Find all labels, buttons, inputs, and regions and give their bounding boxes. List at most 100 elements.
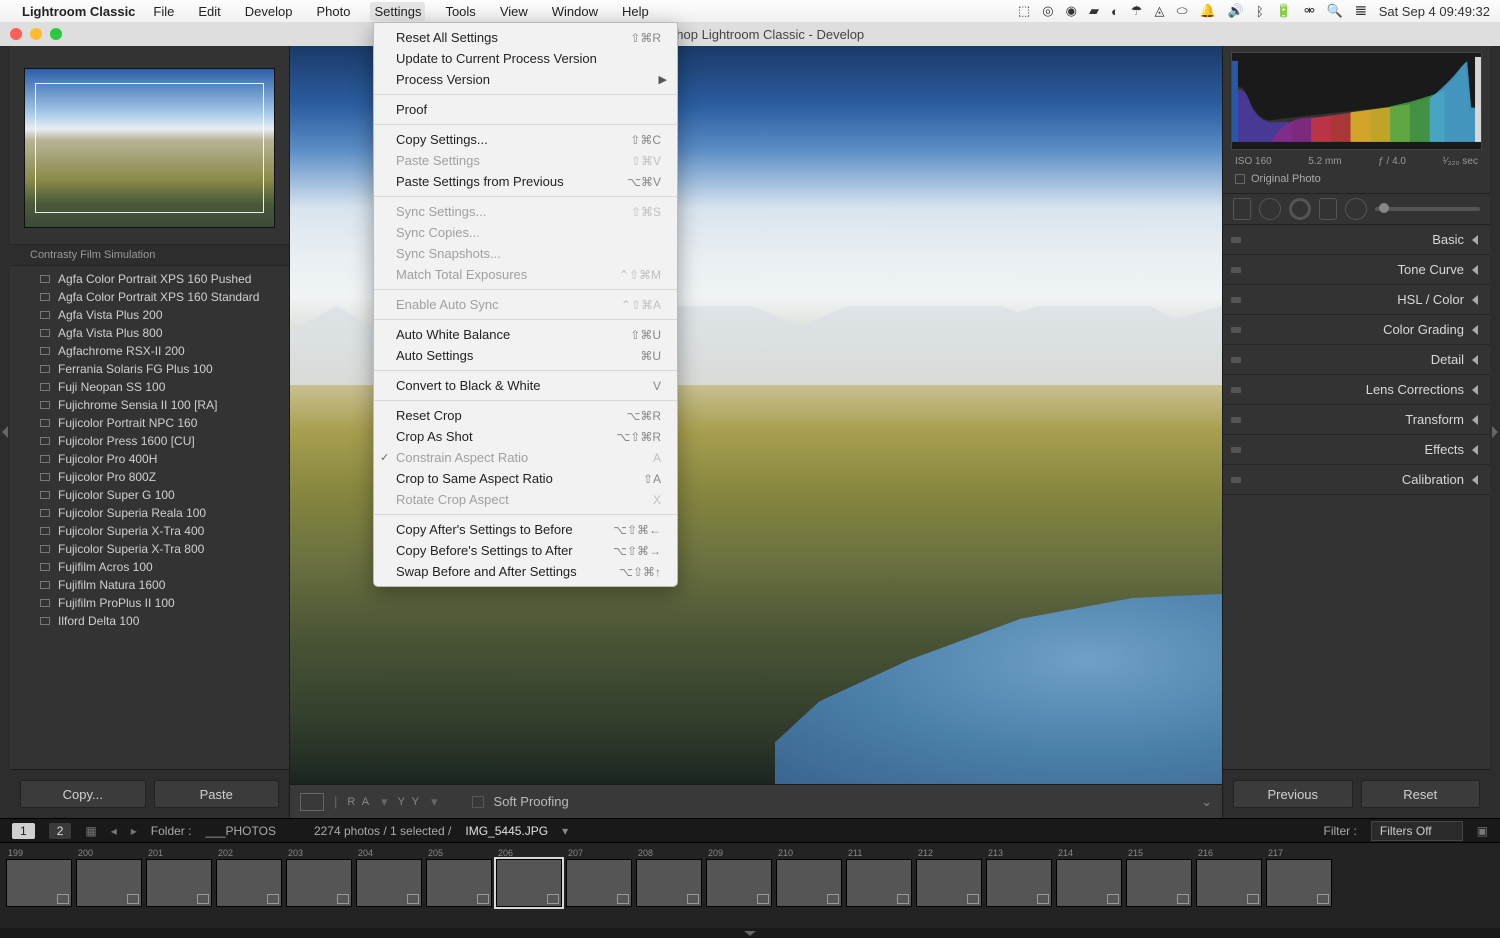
preset-item[interactable]: Agfa Vista Plus 200	[10, 306, 289, 324]
menuitem-swap-before-and-after-settings[interactable]: Swap Before and After Settings⌥⇧⌘↑	[374, 561, 677, 582]
filmstrip-thumbnail[interactable]	[286, 859, 352, 907]
panel-calibration[interactable]: Calibration	[1223, 465, 1490, 495]
filmstrip-item[interactable]: 202	[216, 847, 282, 907]
paste-button[interactable]: Paste	[154, 780, 280, 808]
menu-file[interactable]: File	[149, 2, 178, 21]
filter-dropdown[interactable]: Filters Off	[1371, 821, 1463, 841]
filmstrip-thumbnail[interactable]	[216, 859, 282, 907]
preset-group-header[interactable]: Contrasty Film Simulation	[10, 244, 289, 266]
before-after-ra-icon[interactable]: R A	[347, 796, 371, 808]
filmstrip-item[interactable]: 200	[76, 847, 142, 907]
bluetooth-icon[interactable]: ᛒ	[1256, 4, 1264, 19]
preset-item[interactable]: Fujicolor Superia X-Tra 400	[10, 522, 289, 540]
menuitem-copy-before-s-settings-to-after[interactable]: Copy Before's Settings to After⌥⇧⌘→	[374, 540, 677, 561]
panel-basic[interactable]: Basic	[1223, 225, 1490, 255]
panel-toggle-icon[interactable]	[1231, 417, 1241, 423]
preset-item[interactable]: Ferrania Solaris FG Plus 100	[10, 360, 289, 378]
preset-item[interactable]: Agfachrome RSX-II 200	[10, 342, 289, 360]
filmstrip-item[interactable]: 209	[706, 847, 772, 907]
menu-edit[interactable]: Edit	[194, 2, 224, 21]
graduated-filter-tool-icon[interactable]	[1319, 198, 1337, 220]
preset-item[interactable]: Fujifilm ProPlus II 100	[10, 594, 289, 612]
brush-tool-slider[interactable]	[1375, 207, 1480, 211]
menuitem-crop-as-shot[interactable]: Crop As Shot⌥⇧⌘R	[374, 426, 677, 447]
menu-window[interactable]: Window	[548, 2, 602, 21]
loupe-view-icon[interactable]	[300, 793, 324, 811]
menu-settings[interactable]: Settings	[370, 2, 425, 21]
secondary-view-1[interactable]: 1	[12, 823, 35, 839]
preset-item[interactable]: Fujicolor Portrait NPC 160	[10, 414, 289, 432]
filmstrip-item[interactable]: 201	[146, 847, 212, 907]
panel-toggle-icon[interactable]	[1231, 477, 1241, 483]
umbrella-icon[interactable]: ☂	[1131, 3, 1143, 19]
before-after-yy-icon[interactable]: Y Y	[398, 796, 421, 808]
filmstrip-item[interactable]: 203	[286, 847, 352, 907]
filter-lock-icon[interactable]: ▣	[1477, 824, 1488, 838]
preset-item[interactable]: Fujifilm Acros 100	[10, 558, 289, 576]
volume-icon[interactable]: 🔊	[1228, 3, 1244, 19]
filmstrip-item[interactable]: 212	[916, 847, 982, 907]
filmstrip-thumbnail[interactable]	[846, 859, 912, 907]
cc-icon[interactable]: ◎	[1042, 3, 1053, 19]
filmstrip-item[interactable]: 205	[426, 847, 492, 907]
filmstrip-thumbnail[interactable]	[566, 859, 632, 907]
menu-view[interactable]: View	[496, 2, 532, 21]
menu-tools[interactable]: Tools	[441, 2, 479, 21]
circle-icon[interactable]: ◐	[1111, 4, 1119, 19]
filmstrip-thumbnail[interactable]	[1196, 859, 1262, 907]
filmstrip-thumbnail[interactable]	[916, 859, 982, 907]
secondary-view-2[interactable]: 2	[49, 823, 72, 839]
triangle-icon[interactable]: ◬	[1154, 3, 1164, 19]
panel-tone-curve[interactable]: Tone Curve	[1223, 255, 1490, 285]
copy-button[interactable]: Copy...	[20, 780, 146, 808]
panel-hsl-color[interactable]: HSL / Color	[1223, 285, 1490, 315]
selected-filename[interactable]: IMG_5445.JPG	[465, 824, 548, 838]
panel-toggle-icon[interactable]	[1231, 267, 1241, 273]
filmstrip-thumbnail[interactable]	[496, 859, 562, 907]
menuitem-update-to-current-process-version[interactable]: Update to Current Process Version	[374, 48, 677, 69]
histogram[interactable]	[1231, 52, 1482, 150]
panel-toggle-icon[interactable]	[1231, 387, 1241, 393]
menubar-datetime[interactable]: Sat Sep 4 09:49:32	[1379, 4, 1490, 19]
display-icon[interactable]: ▰	[1089, 3, 1099, 19]
battery-icon[interactable]: 🔋	[1276, 3, 1292, 19]
left-panel-handle[interactable]	[0, 46, 10, 818]
soft-proofing-checkbox[interactable]	[472, 796, 484, 808]
window-close-button[interactable]	[10, 28, 22, 40]
toolbar-chevron-icon[interactable]: ⌄	[1201, 794, 1212, 810]
spot-removal-tool-icon[interactable]	[1259, 198, 1281, 220]
filmstrip-thumbnail[interactable]	[426, 859, 492, 907]
preset-item[interactable]: Fujichrome Sensia II 100 [RA]	[10, 396, 289, 414]
preset-item[interactable]: Fujicolor Pro 400H	[10, 450, 289, 468]
filmstrip-thumbnail[interactable]	[1056, 859, 1122, 907]
preset-item[interactable]: Agfa Vista Plus 800	[10, 324, 289, 342]
panel-detail[interactable]: Detail	[1223, 345, 1490, 375]
filmstrip-thumbnail[interactable]	[776, 859, 842, 907]
folder-name[interactable]: ___PHOTOS	[205, 824, 275, 838]
panel-color-grading[interactable]: Color Grading	[1223, 315, 1490, 345]
filmstrip-item[interactable]: 199	[6, 847, 72, 907]
bell-icon[interactable]: 🔔	[1200, 3, 1216, 19]
menuitem-reset-crop[interactable]: Reset Crop⌥⌘R	[374, 405, 677, 426]
menuitem-convert-to-black-white[interactable]: Convert to Black & WhiteV	[374, 375, 677, 396]
radial-filter-tool-icon[interactable]	[1345, 198, 1367, 220]
right-panel-handle[interactable]	[1490, 46, 1500, 818]
menuitem-auto-settings[interactable]: Auto Settings⌘U	[374, 345, 677, 366]
previous-button[interactable]: Previous	[1233, 780, 1353, 808]
preset-item[interactable]: Fuji Neopan SS 100	[10, 378, 289, 396]
filmstrip-item[interactable]: 204	[356, 847, 422, 907]
filmstrip-item[interactable]: 215	[1126, 847, 1192, 907]
preset-item[interactable]: Agfa Color Portrait XPS 160 Pushed	[10, 270, 289, 288]
dash-icon[interactable]: ⬭	[1176, 3, 1187, 19]
panel-lens-corrections[interactable]: Lens Corrections	[1223, 375, 1490, 405]
prev-arrow-icon[interactable]: ◂	[111, 824, 117, 838]
filmstrip[interactable]: 1992002012022032042052062072082092102112…	[0, 842, 1500, 928]
preset-item[interactable]: Fujicolor Super G 100	[10, 486, 289, 504]
redeye-tool-icon[interactable]	[1289, 198, 1311, 220]
crop-tool-icon[interactable]	[1233, 198, 1251, 220]
filmstrip-item[interactable]: 216	[1196, 847, 1262, 907]
target-icon[interactable]: ◉	[1066, 3, 1077, 19]
original-photo-checkbox[interactable]	[1235, 174, 1245, 184]
filmstrip-item[interactable]: 206	[496, 847, 562, 907]
filmstrip-thumbnail[interactable]	[76, 859, 142, 907]
